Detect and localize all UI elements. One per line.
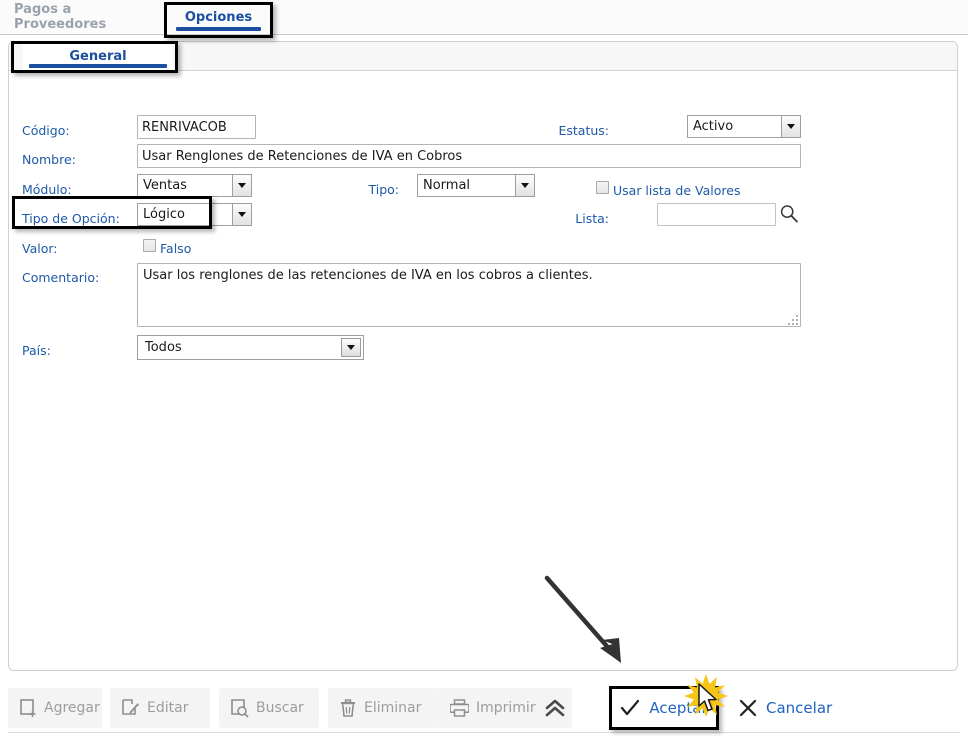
app-root: Pagos a Proveedores Opciones General Cód… <box>0 0 968 736</box>
buscar-label: Buscar <box>256 700 304 716</box>
edit-document-icon <box>122 698 140 718</box>
valor-checkbox[interactable] <box>143 239 156 252</box>
valor-checkbox-label: Falso <box>160 241 192 256</box>
usar-lista-label: Usar lista de Valores <box>613 183 741 198</box>
tab-pagos-a-proveedores[interactable]: Pagos a Proveedores <box>0 0 165 34</box>
imprimir-button[interactable]: Imprimir <box>438 688 546 728</box>
modulo-value: Ventas <box>143 177 187 193</box>
tab-label: Pagos a Proveedores <box>14 2 107 32</box>
valor-label: Valor: <box>22 241 58 256</box>
agregar-button[interactable]: Agregar <box>8 688 102 728</box>
tipo-opcion-dropdown[interactable]: Lógico <box>137 203 252 226</box>
search-document-icon <box>231 698 249 718</box>
pais-label: País: <box>22 343 51 358</box>
estatus-value: Activo <box>693 118 734 134</box>
estatus-label: Estatus: <box>558 123 609 138</box>
tipo-value: Normal <box>423 177 471 193</box>
tipo-opcion-value: Lógico <box>143 206 185 222</box>
trash-icon <box>340 698 357 718</box>
cancelar-label: Cancelar <box>766 699 833 717</box>
options-panel: General Código: Estatus: Activo Nombre: … <box>8 41 958 671</box>
comentario-label: Comentario: <box>22 270 100 285</box>
aceptar-button[interactable]: Aceptar <box>611 688 717 728</box>
collapse-toolbar-button[interactable] <box>536 688 572 728</box>
x-icon <box>739 699 757 717</box>
tab-general[interactable]: General <box>23 42 173 70</box>
add-document-icon <box>20 698 37 718</box>
codigo-label: Código: <box>22 123 70 138</box>
editar-button[interactable]: Editar <box>110 688 210 728</box>
tab-opciones[interactable]: Opciones <box>166 0 271 34</box>
tab-general-label: General <box>69 48 127 64</box>
agregar-label: Agregar <box>44 700 100 716</box>
nombre-label: Nombre: <box>22 152 76 167</box>
editar-label: Editar <box>147 700 189 716</box>
chevron-down-icon[interactable] <box>232 175 251 196</box>
search-icon[interactable] <box>779 203 799 228</box>
imprimir-label: Imprimir <box>476 700 536 716</box>
eliminar-label: Eliminar <box>364 700 422 716</box>
toolbar-divider <box>8 732 960 733</box>
modulo-dropdown[interactable]: Ventas <box>137 174 252 197</box>
chevron-down-icon[interactable] <box>781 116 800 137</box>
tipo-label: Tipo: <box>368 182 399 197</box>
codigo-input[interactable] <box>137 115 256 139</box>
printer-icon <box>450 699 469 717</box>
check-icon <box>620 699 640 717</box>
aceptar-label: Aceptar <box>649 699 708 717</box>
eliminar-button[interactable]: Eliminar <box>328 688 438 728</box>
window-tabstrip: Pagos a Proveedores Opciones <box>0 0 968 35</box>
general-form: Código: Estatus: Activo Nombre: Módulo: … <box>9 71 957 670</box>
chevron-down-icon[interactable] <box>341 338 361 357</box>
chevron-double-up-icon <box>544 698 566 718</box>
chevron-down-icon[interactable] <box>232 204 251 225</box>
pais-dropdown[interactable]: Todos <box>137 335 364 360</box>
pais-value: Todos <box>145 339 182 355</box>
modulo-label: Módulo: <box>22 182 72 197</box>
comentario-textarea[interactable] <box>137 263 801 327</box>
estatus-dropdown[interactable]: Activo <box>687 115 801 138</box>
tipo-dropdown[interactable]: Normal <box>417 174 535 197</box>
lista-label: Lista: <box>575 211 609 226</box>
lista-input[interactable] <box>657 203 776 226</box>
nombre-input[interactable] <box>137 144 801 168</box>
buscar-button[interactable]: Buscar <box>219 688 319 728</box>
usar-lista-checkbox[interactable] <box>596 181 609 194</box>
chevron-down-icon[interactable] <box>515 175 534 196</box>
cancelar-button[interactable]: Cancelar <box>727 688 837 728</box>
panel-tabbar: General <box>9 42 957 71</box>
tipo-opcion-label: Tipo de Opción: <box>22 211 120 226</box>
tab-label: Opciones <box>184 9 253 25</box>
